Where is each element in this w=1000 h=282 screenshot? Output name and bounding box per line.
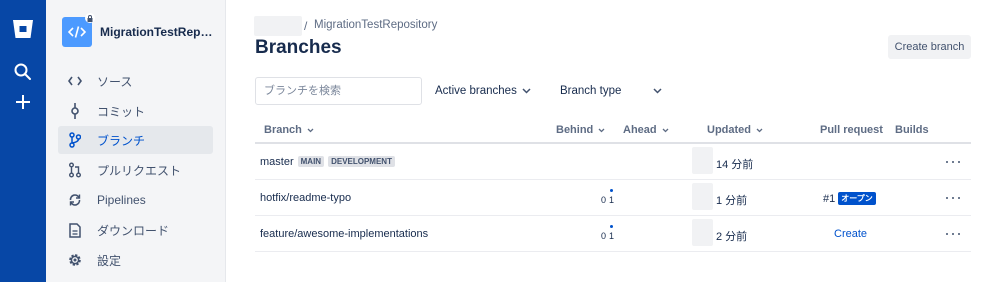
sidebar-item-label: コミット <box>97 104 146 119</box>
sidebar-item-downloads[interactable]: ダウンロード <box>58 216 213 244</box>
sidebar-item-label: 設定 <box>97 253 122 268</box>
create-branch-button[interactable]: Create branch <box>888 35 971 59</box>
sidebar-item-pipelines[interactable]: Pipelines <box>58 186 213 214</box>
breadcrumb-project[interactable] <box>254 16 302 36</box>
avatar <box>692 183 713 210</box>
chevron-down-icon <box>653 88 662 94</box>
column-header-branch[interactable]: Branch <box>264 124 314 136</box>
column-header-pull-request: Pull request <box>820 124 883 136</box>
sidebar-item-source[interactable]: ソース <box>58 67 213 95</box>
repo-header[interactable]: MigrationTestReposit... <box>62 13 217 48</box>
more-actions-icon[interactable] <box>946 193 960 203</box>
branch-icon <box>67 132 83 148</box>
behind-count: 0 <box>601 195 607 205</box>
column-header-updated[interactable]: Updated <box>707 124 763 136</box>
download-icon <box>67 222 83 238</box>
behind-count: 0 <box>601 231 607 241</box>
dropdown-label: Branch type <box>560 85 622 97</box>
sidebar-item-branches[interactable]: ブランチ <box>58 126 213 154</box>
sidebar-item-label: ブランチ <box>97 133 146 148</box>
gear-icon <box>67 252 83 268</box>
sidebar-item-label: Pipelines <box>97 193 146 207</box>
global-nav <box>0 0 46 282</box>
ahead-bar <box>610 225 613 228</box>
table-header-divider <box>255 142 971 144</box>
branch-name[interactable]: master MAIN DEVELOPMENT <box>260 156 395 168</box>
bitbucket-logo-icon[interactable] <box>12 18 34 40</box>
code-icon <box>68 26 86 38</box>
code-icon <box>67 73 83 89</box>
pull-request-icon <box>67 162 83 178</box>
sidebar: MigrationTestReposit... ソース コミット ブランチ プル… <box>46 0 226 282</box>
column-header-builds: Builds <box>895 124 929 136</box>
chevron-down-icon <box>598 128 605 132</box>
branch-name[interactable]: feature/awesome-implementations <box>260 228 428 240</box>
pipelines-icon <box>67 192 83 208</box>
chevron-down-icon <box>662 128 669 132</box>
updated-time: 1 分前 <box>716 195 748 207</box>
pull-request-link[interactable]: #1 オープン <box>823 192 876 205</box>
sidebar-item-label: ソース <box>97 74 133 89</box>
ahead-count: 1 <box>609 195 615 205</box>
breadcrumb-separator: / <box>304 19 308 33</box>
dropdown-label: Active branches <box>435 85 517 97</box>
branch-name[interactable]: hotfix/readme-typo <box>260 192 351 204</box>
active-branches-dropdown[interactable]: Active branches <box>435 82 535 100</box>
updated-time: 14 分前 <box>716 159 754 171</box>
updated-time: 2 分前 <box>716 231 748 243</box>
repo-avatar <box>62 13 95 47</box>
repo-name: MigrationTestReposit... <box>100 25 216 39</box>
chevron-down-icon <box>756 128 763 132</box>
sidebar-item-label: ダウンロード <box>97 223 170 238</box>
sidebar-item-commits[interactable]: コミット <box>58 97 213 125</box>
commit-icon <box>67 103 83 119</box>
column-header-behind[interactable]: Behind <box>556 124 605 136</box>
sidebar-item-pull-requests[interactable]: プルリクエスト <box>58 156 213 184</box>
main-lozenge: MAIN <box>297 156 325 167</box>
row-divider <box>255 215 971 216</box>
column-header-ahead[interactable]: Ahead <box>623 124 669 136</box>
avatar <box>692 147 713 174</box>
more-actions-icon[interactable] <box>946 229 960 239</box>
ahead-count: 1 <box>609 231 615 241</box>
lock-icon <box>85 13 95 23</box>
page-title: Branches <box>255 37 342 58</box>
more-actions-icon[interactable] <box>946 157 960 167</box>
breadcrumb-repo[interactable]: MigrationTestRepository <box>314 19 437 31</box>
chevron-down-icon <box>307 128 314 132</box>
branch-search-input[interactable] <box>255 77 422 105</box>
ahead-bar <box>610 189 613 192</box>
row-divider <box>255 251 971 252</box>
row-divider <box>255 179 971 180</box>
sidebar-item-label: プルリクエスト <box>97 163 182 178</box>
sidebar-item-settings[interactable]: 設定 <box>58 246 213 274</box>
pr-status-badge: オープン <box>838 192 876 205</box>
create-pull-request-link[interactable]: Create <box>834 228 867 240</box>
development-lozenge: DEVELOPMENT <box>328 156 395 167</box>
avatar <box>692 219 713 246</box>
create-plus-icon[interactable] <box>13 92 33 112</box>
search-icon[interactable] <box>13 62 33 82</box>
branch-type-dropdown[interactable]: Branch type <box>560 82 665 100</box>
chevron-down-icon <box>522 88 531 94</box>
